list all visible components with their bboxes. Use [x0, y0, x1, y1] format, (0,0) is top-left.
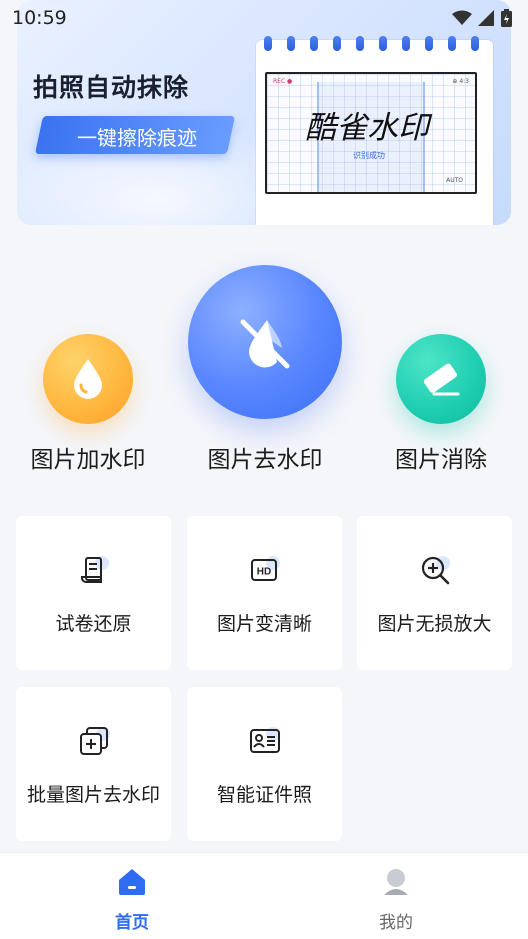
ring	[310, 36, 318, 51]
tool-label: 图片变清晰	[216, 613, 312, 635]
watermark-sample-text: 酷雀水印	[305, 110, 429, 146]
tab-mine-label: 我的	[379, 913, 413, 933]
zoom-in-icon	[421, 556, 450, 585]
remove-watermark-label: 图片去水印	[207, 447, 323, 473]
rec-tag: REC ●	[273, 78, 293, 85]
notebook-rings	[264, 36, 479, 52]
svg-text:HD: HD	[257, 567, 271, 578]
eraser-icon	[423, 363, 460, 396]
ring	[448, 36, 456, 51]
battery-icon	[501, 9, 512, 27]
camera-preview: REC ● ⊕ 4:3 酷雀水印 识别成功 AUTO	[265, 72, 477, 194]
ring	[471, 36, 479, 51]
ring	[333, 36, 341, 51]
signal-icon	[478, 10, 494, 26]
tool-label: 批量图片去水印	[26, 784, 160, 806]
tool-card-lossless-zoom[interactable]: 图片无损放大	[357, 516, 512, 670]
tool-card-exam-restore[interactable]: 试卷还原	[16, 516, 171, 670]
ring	[379, 36, 387, 51]
exam-paper-icon	[81, 556, 109, 583]
tool-label: 智能证件照	[216, 784, 312, 806]
id-card-icon	[250, 727, 280, 753]
user-icon	[384, 869, 408, 895]
tab-home-label: 首页	[115, 913, 149, 933]
tool-card-image-enhance[interactable]: HD 图片变清晰	[187, 516, 342, 670]
recognition-status: 识别成功	[353, 151, 385, 160]
ring	[356, 36, 364, 51]
tool-label: 试卷还原	[55, 613, 132, 635]
banner-pill-text: 一键擦除痕迹	[77, 126, 197, 150]
ring	[264, 36, 272, 51]
wifi-icon	[452, 10, 472, 25]
water-drop-off-icon	[240, 319, 290, 369]
bottom-tab-bar: 首页 我的	[0, 852, 528, 939]
ring	[402, 36, 410, 51]
ring	[425, 36, 433, 51]
image-erase-label: 图片消除	[395, 447, 487, 473]
ring	[287, 36, 295, 51]
home-icon	[119, 869, 145, 895]
status-time: 10:59	[12, 7, 67, 29]
tab-home[interactable]: 首页	[62, 853, 202, 939]
tool-label: 图片无损放大	[377, 613, 492, 635]
add-watermark-label: 图片加水印	[30, 447, 146, 473]
tool-card-batch-remove[interactable]: 批量图片去水印	[16, 687, 171, 841]
tool-card-id-photo[interactable]: 智能证件照	[187, 687, 342, 841]
tab-mine[interactable]: 我的	[326, 853, 466, 939]
image-erase-button[interactable]	[396, 334, 486, 424]
water-drop-icon	[74, 359, 102, 399]
add-watermark-button[interactable]	[43, 334, 133, 424]
banner-title: 拍照自动抹除	[33, 73, 190, 102]
status-icons	[452, 9, 512, 27]
hd-icon: HD	[251, 556, 280, 581]
status-bar: 10:59	[0, 0, 528, 36]
batch-images-icon	[80, 727, 110, 755]
ratio-tag: ⊕ 4:3	[452, 78, 469, 85]
auto-tag: AUTO	[446, 177, 463, 184]
remove-watermark-button[interactable]	[188, 265, 342, 419]
